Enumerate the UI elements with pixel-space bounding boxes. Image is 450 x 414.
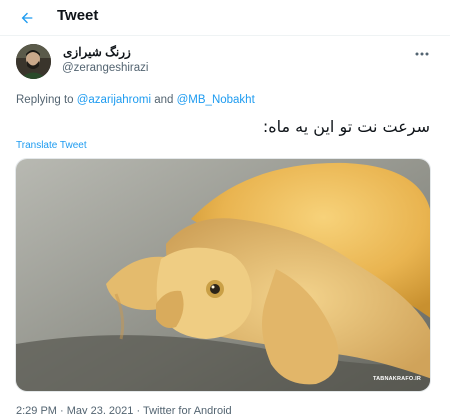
author-display-name[interactable]: زرنگ شیرازی — [63, 45, 131, 59]
tweet-meta: 2:29 PM · May 23, 2021 · Twitter for And… — [16, 405, 232, 414]
more-options-button[interactable] — [410, 44, 434, 64]
translate-tweet-link[interactable]: Translate Tweet — [16, 140, 87, 151]
tweet-time: 2:29 PM — [16, 405, 57, 414]
page-title: Tweet — [57, 7, 99, 24]
back-button[interactable] — [14, 5, 40, 31]
tweet-source[interactable]: Twitter for Android — [143, 405, 232, 414]
arrow-left-icon — [21, 12, 33, 24]
meta-separator-2: · — [133, 405, 143, 414]
more-horizontal-icon — [415, 52, 429, 56]
image-watermark: TABNAKRAFO.IR — [372, 376, 421, 382]
golden-turtle-photo — [16, 159, 430, 391]
tweet-date: May 23, 2021 — [66, 405, 134, 414]
tweet-text: سرعت نت تو این یه ماه: — [262, 117, 430, 136]
replying-prefix: Replying to — [16, 94, 77, 106]
replying-to: Replying to @azarijahromi and @MB_Nobakh… — [16, 94, 255, 106]
mention-mb-nobakht[interactable]: @MB_Nobakht — [177, 94, 255, 106]
tweet-header: Tweet — [0, 0, 450, 36]
tweet-media-image[interactable]: TABNAKRAFO.IR — [15, 158, 431, 392]
replying-conjunction: and — [151, 94, 177, 106]
mention-azarijahromi[interactable]: @azarijahromi — [77, 94, 151, 106]
author-handle[interactable]: @zerangeshirazi — [62, 62, 148, 74]
meta-separator: · — [56, 405, 67, 414]
avatar[interactable] — [16, 44, 51, 79]
